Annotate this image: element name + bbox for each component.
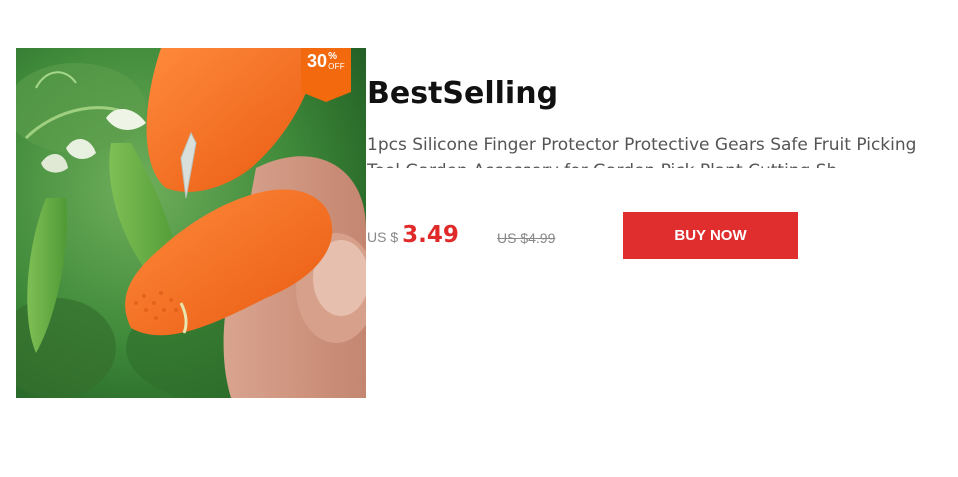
currency-label: US $ [367,229,399,245]
buy-now-button[interactable]: BUY NOW [623,212,798,259]
badge-text: 30% OFF [301,51,351,72]
product-card: 30% OFF BestSelling 1pcs Silicone Finger … [0,0,958,477]
discount-badge: 30% OFF [301,48,351,102]
discount-off-label: OFF [328,62,345,71]
badge-side: % OFF [328,51,345,72]
original-price: US $4.99 [497,230,556,246]
sale-price: 3.49 [402,222,459,248]
product-name[interactable]: 1pcs Silicone Finger Protector Protectiv… [367,132,937,168]
store-title: BestSelling [367,76,559,111]
discount-percent: 30 [307,51,328,71]
price-row: US $3.49 [367,222,459,252]
discount-percent-sign: % [328,51,337,62]
